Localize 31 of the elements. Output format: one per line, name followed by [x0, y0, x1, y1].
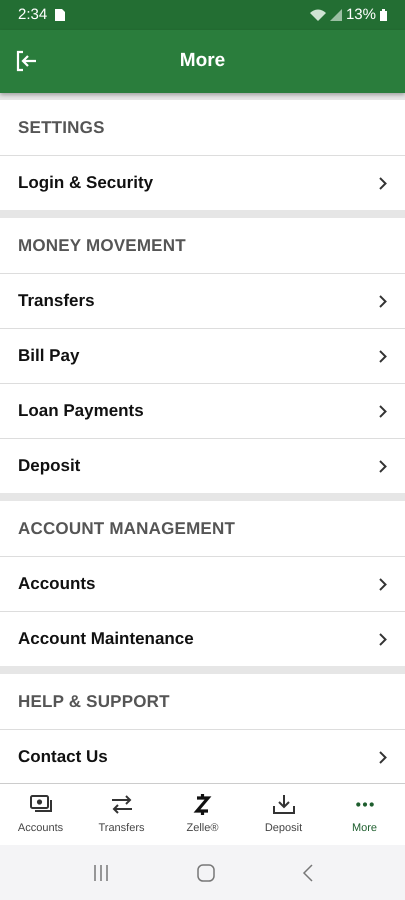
section-header: ACCOUNT MANAGEMENT	[18, 518, 236, 540]
chevron-right-icon	[379, 632, 387, 646]
nav-tab[interactable]: Accounts	[0, 784, 81, 845]
home-icon[interactable]	[196, 864, 214, 882]
back-icon[interactable]	[302, 864, 314, 882]
section-header: MONEY MOVEMENT	[18, 234, 186, 257]
section-header: HELP & SUPPORT	[18, 690, 170, 713]
nav-tab[interactable]: Transfers	[81, 784, 162, 845]
more-dots-icon	[356, 802, 374, 806]
chevron-right-icon	[379, 578, 387, 590]
download-tray-icon	[270, 792, 296, 816]
battery-icon	[380, 9, 387, 21]
status-time: 2:34	[18, 4, 48, 25]
header-title: More	[180, 49, 226, 74]
logout-button[interactable]	[16, 50, 38, 74]
section-header: SETTINGS	[18, 116, 105, 139]
nav-tab[interactable]: Zelle®	[162, 784, 243, 845]
sim-card-icon	[55, 9, 66, 21]
recent-apps-icon[interactable]	[92, 864, 110, 880]
chevron-right-icon	[379, 750, 387, 764]
chevron-right-icon	[379, 176, 387, 190]
nav-tab[interactable]: Deposit	[243, 784, 324, 845]
logout-icon	[16, 50, 38, 72]
battery-percent: 13%	[346, 4, 376, 25]
chevron-right-icon	[379, 460, 387, 472]
chevron-right-icon	[379, 350, 387, 362]
chevron-right-icon	[379, 294, 387, 308]
chevron-right-icon	[379, 404, 387, 418]
nav-tab[interactable]: More	[324, 784, 405, 845]
signal-icon	[330, 9, 342, 21]
wifi-icon	[310, 9, 326, 21]
